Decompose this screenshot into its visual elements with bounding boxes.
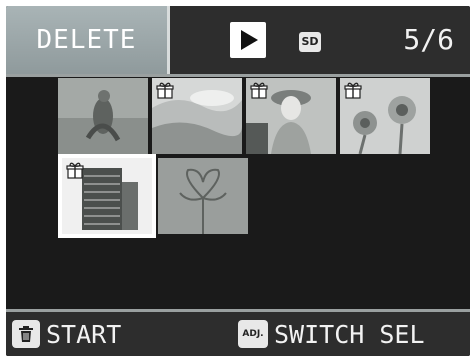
image-counter: 5/6 (403, 23, 454, 56)
camera-screen: DELETE SD 5/6 START ADJ. SWITCH SEL (6, 6, 470, 356)
switch-sel-button[interactable]: ADJ. SWITCH SEL (238, 316, 425, 352)
bottom-bar: START ADJ. SWITCH SEL (6, 309, 470, 356)
protect-gift-icon (156, 81, 174, 99)
trash-icon (12, 320, 40, 348)
sd-card-icon: SD (299, 32, 321, 52)
thumbnail-4[interactable] (340, 78, 430, 154)
protect-gift-icon (250, 81, 268, 99)
thumbnail-5-selected[interactable] (58, 154, 156, 238)
top-bar: DELETE SD 5/6 (6, 6, 470, 77)
thumbnail-6[interactable] (158, 158, 248, 234)
start-label: START (46, 319, 122, 349)
protect-gift-icon (344, 81, 362, 99)
thumbnail-3[interactable] (246, 78, 336, 154)
thumbnail-2[interactable] (152, 78, 242, 154)
thumbnail-1[interactable] (58, 78, 148, 154)
thumbnail-grid (58, 74, 438, 238)
start-button[interactable]: START (12, 316, 121, 352)
play-icon (230, 22, 266, 58)
switch-sel-label: SWITCH SEL (274, 319, 425, 349)
delete-mode-tab[interactable]: DELETE (6, 6, 170, 74)
protect-gift-icon (66, 161, 84, 179)
adj-button-icon: ADJ. (238, 320, 268, 348)
